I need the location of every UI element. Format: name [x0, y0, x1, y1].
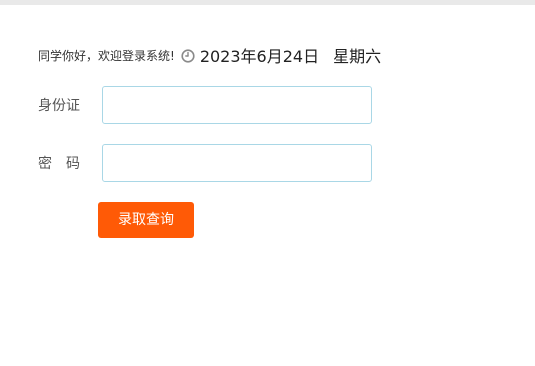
current-weekday: 星期六 [333, 47, 382, 66]
password-label: 密码 [38, 156, 94, 172]
top-bar [0, 0, 535, 5]
current-date: 2023年6月24日 [199, 47, 320, 66]
clock-icon [181, 48, 195, 63]
password-input[interactable] [102, 144, 372, 182]
id-card-input[interactable] [102, 86, 372, 124]
greeting-text: 同学你好，欢迎登录系统! [38, 48, 175, 63]
id-card-label: 身份证 [38, 98, 80, 114]
admission-query-button[interactable]: 录取查询 [98, 202, 194, 238]
greeting-row: 同学你好，欢迎登录系统! 2023年6月24日 星期六 [38, 44, 381, 66]
